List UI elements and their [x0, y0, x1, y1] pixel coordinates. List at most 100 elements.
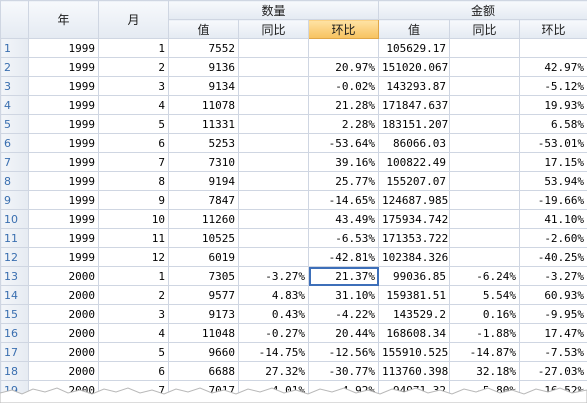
cell-qty-yoy[interactable] — [238, 190, 309, 210]
cell-qty-yoy[interactable] — [238, 76, 309, 96]
cell-amt-mom[interactable]: -7.53% — [519, 342, 587, 362]
cell-amt-yoy[interactable] — [449, 190, 521, 210]
row-number[interactable]: 13 — [0, 266, 29, 286]
cell-amt-yoy[interactable]: 5.54% — [449, 285, 521, 305]
cell-amt-yoy[interactable]: 0.16% — [449, 304, 521, 324]
row-number[interactable]: 17 — [0, 342, 29, 362]
cell-qty-mom[interactable]: 2.28% — [307, 114, 380, 134]
row-number[interactable]: 2 — [0, 57, 29, 77]
col-header-amt-mom[interactable]: 环比 — [519, 19, 587, 39]
col-header-amt-value[interactable]: 值 — [378, 19, 451, 39]
cell-amt-value[interactable]: 175934.742 — [378, 209, 451, 229]
cell-qty-value[interactable]: 7310 — [168, 152, 239, 172]
cell-year[interactable]: 1999 — [28, 171, 99, 191]
row-number[interactable]: 10 — [0, 209, 29, 229]
cell-amt-mom[interactable]: -5.12% — [519, 76, 587, 96]
cell-qty-value[interactable]: 7552 — [168, 38, 239, 58]
col-header-year[interactable]: 年 — [28, 0, 99, 39]
cell-qty-mom[interactable]: 25.77% — [307, 171, 380, 191]
cell-amt-value[interactable]: 124687.985 — [378, 190, 451, 210]
cell-qty-yoy[interactable] — [238, 38, 309, 58]
table-row[interactable]: 14 2000 2 9577 4.83% 31.10% 159381.51 5.54% 60.9… — [0, 285, 587, 305]
cell-month[interactable]: 11 — [98, 228, 169, 248]
table-row[interactable]: 10 1999 10 11260 43.49% 175934.742 41.10% — [0, 209, 587, 229]
row-number[interactable]: 1 — [0, 38, 29, 58]
cell-month[interactable]: 6 — [98, 361, 169, 381]
cell-qty-value[interactable]: 9134 — [168, 76, 239, 96]
table-row[interactable]: 9 1999 9 7847 -14.65% 124687.985 -19.66% — [0, 190, 587, 210]
cell-month[interactable]: 4 — [98, 323, 169, 343]
cell-year[interactable]: 1999 — [28, 247, 99, 267]
corner-cell[interactable] — [0, 0, 29, 39]
cell-qty-mom[interactable]: 21.37% — [307, 266, 380, 286]
cell-amt-mom[interactable]: 6.58% — [519, 114, 587, 134]
col-header-amt-yoy[interactable]: 同比 — [449, 19, 521, 39]
cell-qty-value[interactable]: 9660 — [168, 342, 239, 362]
cell-qty-yoy[interactable]: -14.75% — [238, 342, 309, 362]
cell-qty-yoy[interactable] — [238, 114, 309, 134]
cell-year[interactable]: 1999 — [28, 228, 99, 248]
cell-qty-value[interactable]: 6688 — [168, 361, 239, 381]
cell-qty-yoy[interactable] — [238, 247, 309, 267]
cell-year[interactable]: 1999 — [28, 76, 99, 96]
cell-amt-yoy[interactable] — [449, 38, 521, 58]
table-row[interactable]: 18 2000 6 6688 27.32% -30.77% 113760.398 32.18%… — [0, 361, 587, 381]
cell-month[interactable]: 6 — [98, 133, 169, 153]
cell-amt-mom[interactable]: -53.01% — [519, 133, 587, 153]
cell-amt-mom[interactable]: -40.25% — [519, 247, 587, 267]
cell-qty-value[interactable]: 7847 — [168, 190, 239, 210]
cell-amt-mom[interactable]: 53.94% — [519, 171, 587, 191]
cell-qty-value[interactable]: 6019 — [168, 247, 239, 267]
cell-amt-yoy[interactable] — [449, 57, 521, 77]
cell-qty-mom[interactable]: -14.65% — [307, 190, 380, 210]
cell-qty-mom[interactable]: -12.56% — [307, 342, 380, 362]
cell-amt-yoy[interactable] — [449, 114, 521, 134]
table-row[interactable]: 6 1999 6 5253 -53.64% 86066.03 -53.01% — [0, 133, 587, 153]
cell-qty-value[interactable]: 11260 — [168, 209, 239, 229]
cell-month[interactable]: 3 — [98, 76, 169, 96]
cell-qty-value[interactable]: 5253 — [168, 133, 239, 153]
row-number[interactable]: 12 — [0, 247, 29, 267]
cell-amt-value[interactable]: 105629.17 — [378, 38, 451, 58]
cell-amt-value[interactable]: 100822.49 — [378, 152, 451, 172]
cell-qty-mom[interactable]: 20.44% — [307, 323, 380, 343]
cell-amt-mom[interactable]: 17.15% — [519, 152, 587, 172]
row-number[interactable]: 5 — [0, 114, 29, 134]
table-row[interactable]: 5 1999 5 11331 2.28% 183151.207 6.58% — [0, 114, 587, 134]
cell-qty-yoy[interactable] — [238, 57, 309, 77]
cell-year[interactable]: 2000 — [28, 323, 99, 343]
cell-amt-value[interactable]: 171847.637 — [378, 95, 451, 115]
cell-qty-value[interactable]: 11078 — [168, 95, 239, 115]
cell-amt-mom[interactable]: -2.60% — [519, 228, 587, 248]
cell-month[interactable]: 5 — [98, 114, 169, 134]
cell-amt-mom[interactable]: -3.27% — [519, 266, 587, 286]
cell-amt-value[interactable]: 151020.067 — [378, 57, 451, 77]
cell-amt-mom[interactable]: 42.97% — [519, 57, 587, 77]
table-row[interactable]: 4 1999 4 11078 21.28% 171847.637 19.93% — [0, 95, 587, 115]
cell-qty-mom[interactable]: -6.53% — [307, 228, 380, 248]
cell-year[interactable]: 1999 — [28, 57, 99, 77]
col-header-qty-value[interactable]: 值 — [168, 19, 239, 39]
cell-amt-yoy[interactable] — [449, 247, 521, 267]
row-number[interactable]: 8 — [0, 171, 29, 191]
cell-qty-yoy[interactable] — [238, 95, 309, 115]
group-header-amount[interactable]: 金额 — [378, 0, 587, 20]
cell-amt-yoy[interactable]: 32.18% — [449, 361, 521, 381]
cell-qty-yoy[interactable] — [238, 209, 309, 229]
cell-amt-mom[interactable]: 19.93% — [519, 95, 587, 115]
cell-qty-yoy[interactable]: -3.27% — [238, 266, 309, 286]
cell-qty-mom[interactable]: 21.28% — [307, 95, 380, 115]
cell-amt-mom[interactable]: -27.03% — [519, 361, 587, 381]
cell-qty-yoy[interactable]: -0.27% — [238, 323, 309, 343]
cell-amt-yoy[interactable]: -1.88% — [449, 323, 521, 343]
cell-year[interactable]: 1999 — [28, 133, 99, 153]
cell-month[interactable]: 1 — [98, 266, 169, 286]
cell-qty-value[interactable]: 11331 — [168, 114, 239, 134]
cell-amt-value[interactable]: 155207.07 — [378, 171, 451, 191]
cell-amt-value[interactable]: 86066.03 — [378, 133, 451, 153]
cell-year[interactable]: 2000 — [28, 304, 99, 324]
row-number[interactable]: 14 — [0, 285, 29, 305]
table-row[interactable]: 13 2000 1 7305 -3.27% 21.37% 99036.85 -6.24% -3.… — [0, 266, 587, 286]
cell-month[interactable]: 1 — [98, 38, 169, 58]
cell-qty-mom[interactable]: -42.81% — [307, 247, 380, 267]
